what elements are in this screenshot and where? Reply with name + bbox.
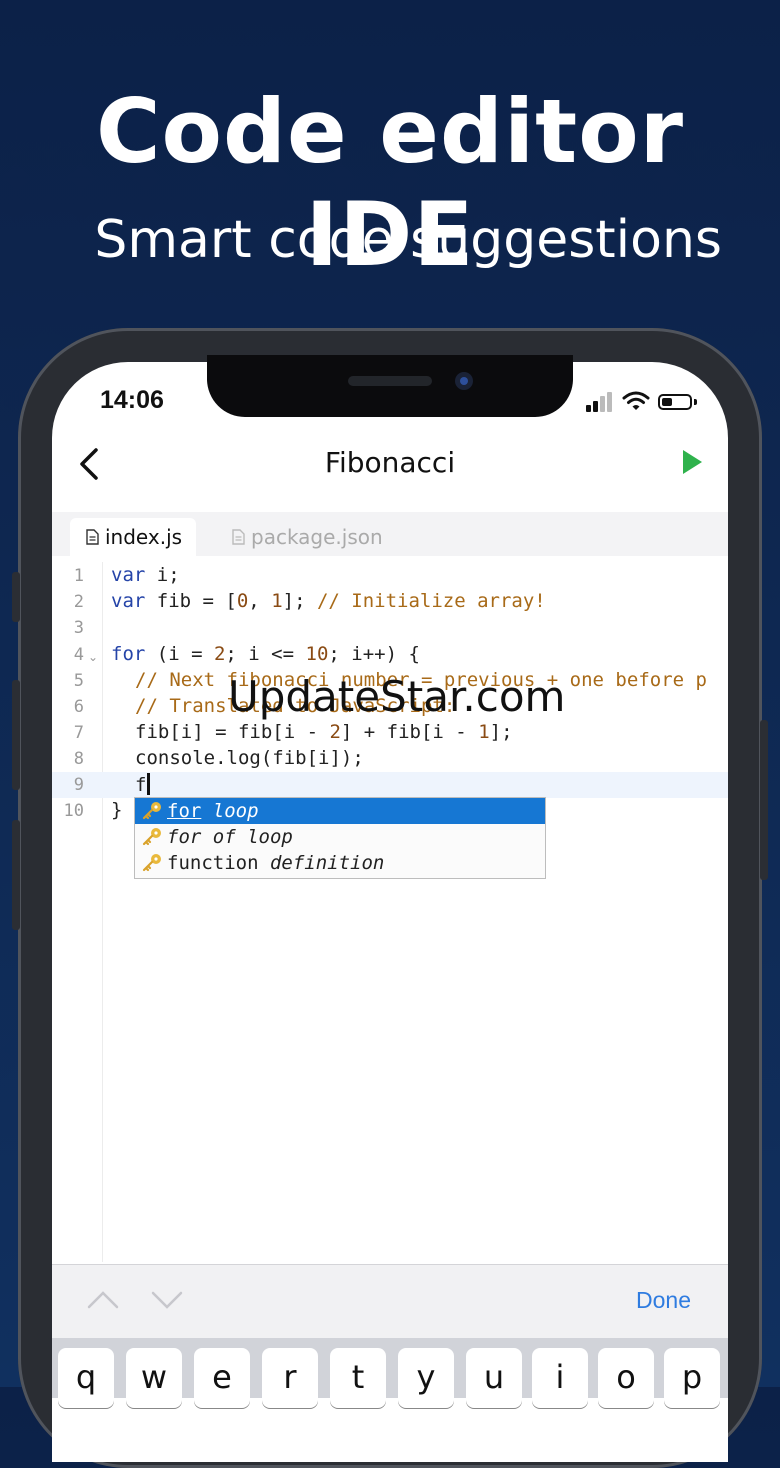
volume-up-button [12,680,20,790]
tab-label: package.json [251,525,383,549]
key-o[interactable]: o [598,1348,654,1408]
watermark-text: UpdateStar.com [228,672,566,721]
key-w[interactable]: w [126,1348,182,1408]
current-line-highlight [52,772,728,798]
key-t[interactable]: t [330,1348,386,1408]
key-e[interactable]: e [194,1348,250,1408]
key-u[interactable]: u [466,1348,522,1408]
key-icon [142,802,161,820]
front-camera [455,372,473,390]
line-number: 8 [73,749,84,769]
text-caret [147,773,151,795]
power-button [760,720,768,880]
line-number: 7 [73,723,84,743]
subheadline: Smart code suggestions [94,210,722,270]
line-number: 3 [73,618,84,638]
code-line-1: var i; [111,564,180,586]
key-icon [142,854,161,872]
code-line-4: for (i = 2; i <= 10; i++) { [111,643,420,665]
code-line-8: console.log(fib[i]); [135,747,364,769]
line-number: 2 [73,592,84,612]
autocomplete-popup: for loop for of loop function definition [134,797,546,879]
code-line-2: var fib = [0, 1]; // Initialize array! [111,590,546,612]
speaker-grille [348,376,432,386]
tab-package-json[interactable]: package.json [232,518,383,556]
battery-icon [658,394,692,410]
key-i[interactable]: i [532,1348,588,1408]
line-number: 5 [73,671,84,691]
line-number: 10 [63,801,84,821]
line-number: 4 [73,645,84,665]
back-chevron-icon[interactable] [76,447,104,481]
key-q[interactable]: q [58,1348,114,1408]
file-icon [232,529,245,545]
suggestion-for-of-loop[interactable]: for of loop [135,824,545,850]
code-line-7: fib[i] = fib[i - 2] + fib[i - 1]; [135,721,513,743]
key-p[interactable]: p [664,1348,720,1408]
volume-down-button [12,820,20,930]
fold-chevron-icon[interactable]: ⌄ [88,650,98,664]
suggestion-function-definition[interactable]: function definition [135,850,545,876]
notch [207,355,573,417]
next-field-chevron-down-icon[interactable] [150,1288,184,1312]
line-number: 6 [73,697,84,717]
code-line-10: } [111,799,123,821]
code-line-9[interactable]: f [135,773,151,796]
key-icon [142,828,161,846]
gutter-divider [102,562,103,1262]
file-icon [86,529,99,545]
line-number: 1 [73,566,84,586]
key-y[interactable]: y [398,1348,454,1408]
signal-icon [586,390,612,412]
key-r[interactable]: r [262,1348,318,1408]
tab-index-js[interactable]: index.js [70,518,196,556]
done-button[interactable]: Done [636,1287,691,1314]
suggestion-for-loop[interactable]: for loop [135,798,545,824]
page-title: Fibonacci [324,446,456,479]
mute-switch [12,572,20,622]
code-editor[interactable] [52,562,728,1262]
status-time: 14:06 [100,386,164,414]
run-play-icon[interactable] [680,448,704,476]
wifi-icon [622,391,650,410]
tab-label: index.js [105,525,183,549]
previous-field-chevron-up-icon[interactable] [86,1288,120,1312]
line-number: 9 [73,775,84,795]
